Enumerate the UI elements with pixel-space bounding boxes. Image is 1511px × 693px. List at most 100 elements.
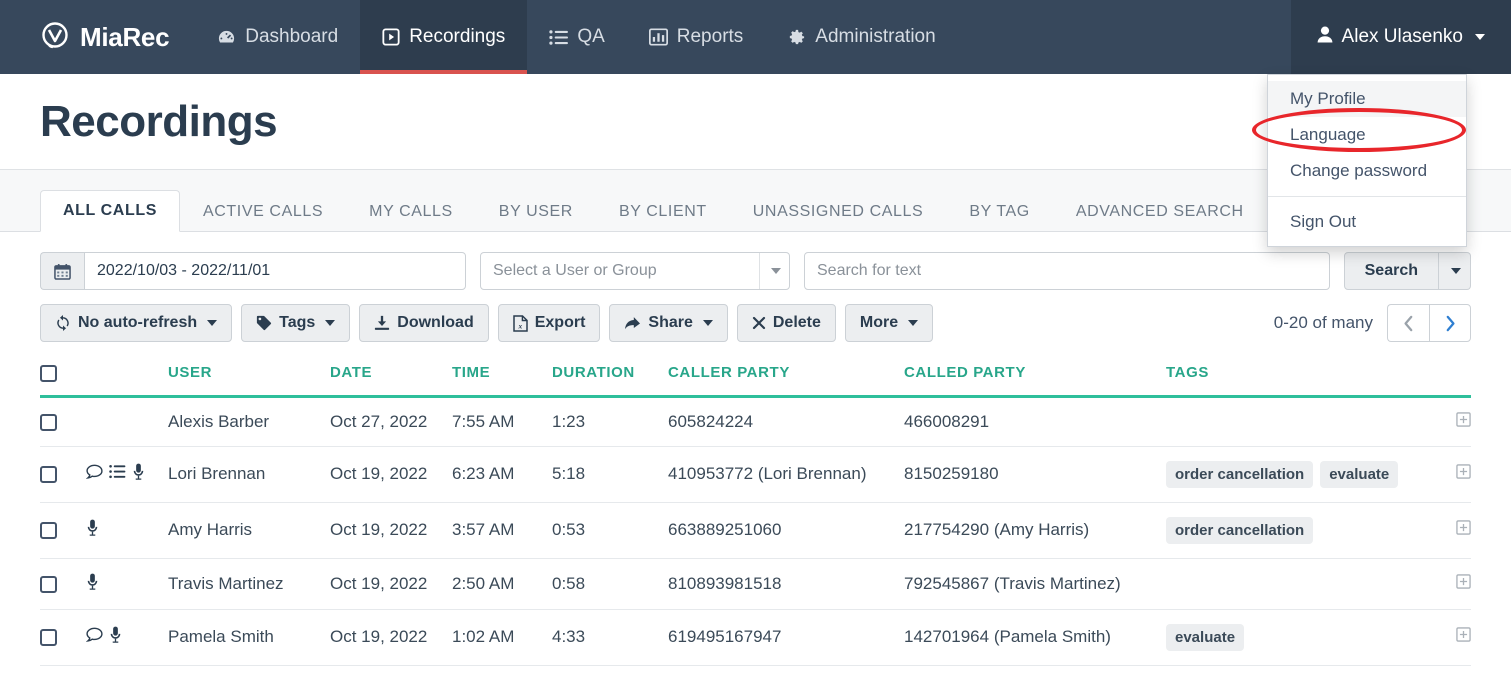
- tab-by-user[interactable]: BY USER: [476, 191, 596, 232]
- tab-unassigned-calls[interactable]: UNASSIGNED CALLS: [730, 191, 947, 232]
- search-input[interactable]: [804, 252, 1330, 290]
- nav-item-recordings[interactable]: Recordings: [360, 0, 528, 74]
- date-range-input[interactable]: [84, 252, 466, 290]
- cell-time: 2:50 AM: [452, 558, 552, 610]
- microphone-icon[interactable]: [109, 626, 122, 648]
- expand-plus-icon[interactable]: [1456, 573, 1471, 594]
- row-checkbox[interactable]: [40, 413, 57, 431]
- chevron-down-icon[interactable]: [759, 253, 789, 289]
- tab-all-calls[interactable]: ALL CALLS: [40, 190, 180, 232]
- comment-icon[interactable]: [85, 464, 103, 484]
- list-icon[interactable]: [109, 464, 126, 484]
- table-row[interactable]: Amy Harris Oct 19, 2022 3:57 AM 0:53 6638892…: [40, 502, 1471, 559]
- nav-item-qa[interactable]: QA: [527, 0, 626, 74]
- chevron-down-icon: [908, 320, 919, 326]
- tag-badge[interactable]: order cancellation: [1166, 460, 1314, 488]
- nav-label: QA: [577, 26, 605, 47]
- export-button[interactable]: x Export: [497, 304, 601, 342]
- row-checkbox[interactable]: [40, 522, 57, 540]
- search-options-caret-button[interactable]: [1439, 252, 1471, 290]
- cell-duration: 4:33: [552, 609, 668, 666]
- tab-active-calls[interactable]: ACTIVE CALLS: [180, 191, 346, 232]
- row-select-cell: [40, 396, 86, 447]
- pagination-buttons: [1387, 304, 1471, 342]
- row-select-cell: [40, 609, 86, 666]
- icons-header: [86, 364, 168, 398]
- share-button[interactable]: Share: [609, 304, 728, 342]
- cell-called-party: 217754290 (Amy Harris): [904, 502, 1166, 559]
- tag-badge[interactable]: evaluate: [1320, 460, 1399, 488]
- calendar-icon[interactable]: [40, 252, 84, 290]
- nav-item-dashboard[interactable]: Dashboard: [195, 0, 360, 74]
- nav-item-reports[interactable]: Reports: [627, 0, 766, 74]
- select-all-checkbox[interactable]: [40, 364, 57, 382]
- tag-badge[interactable]: order cancellation: [1166, 516, 1314, 544]
- row-icons-cell: [86, 396, 168, 447]
- nav-label: Dashboard: [245, 26, 339, 47]
- table-row[interactable]: Alexis Barber Oct 27, 2022 7:55 AM 1:23 6058…: [40, 396, 1471, 447]
- column-header-time[interactable]: TIME: [452, 364, 552, 398]
- row-checkbox[interactable]: [40, 466, 57, 484]
- menu-item-change-password[interactable]: Change password: [1268, 153, 1466, 189]
- nav-label: Recordings: [409, 26, 506, 47]
- microphone-icon[interactable]: [86, 519, 99, 541]
- cell-time: 3:57 AM: [452, 502, 552, 559]
- microphone-icon[interactable]: [132, 463, 145, 485]
- expand-plus-icon[interactable]: [1456, 627, 1471, 647]
- auto-refresh-button[interactable]: No auto-refresh: [40, 304, 233, 342]
- column-header-called-party[interactable]: CALLED PARTY: [904, 364, 1166, 398]
- expand-plus-icon[interactable]: [1456, 411, 1471, 432]
- brand-logo[interactable]: MiaRec: [0, 0, 195, 74]
- cell-caller-party: 810893981518: [668, 558, 904, 610]
- row-checkbox[interactable]: [40, 629, 57, 647]
- column-header-expand: [1431, 364, 1471, 398]
- column-header-tags[interactable]: TAGS: [1166, 364, 1431, 398]
- table-header-row: USER DATE TIME DURATION CALLER PARTY CAL…: [40, 364, 1471, 398]
- page-title: Recordings: [40, 96, 278, 146]
- chevron-left-icon[interactable]: [1387, 304, 1429, 342]
- expand-plus-icon[interactable]: [1456, 464, 1471, 484]
- table-row[interactable]: Travis Martinez Oct 19, 2022 2:50 AM 0:58 81…: [40, 558, 1471, 610]
- chevron-right-icon[interactable]: [1429, 304, 1471, 342]
- comment-icon[interactable]: [85, 627, 103, 647]
- cell-user: Amy Harris: [168, 502, 330, 559]
- cell-expand: [1431, 446, 1471, 503]
- row-checkbox[interactable]: [40, 575, 57, 593]
- nav-label: Reports: [676, 26, 744, 47]
- date-range-picker[interactable]: [40, 252, 466, 290]
- tag-badge[interactable]: evaluate: [1166, 623, 1245, 651]
- table-row[interactable]: Lori Brennan Oct 19, 2022 6:23 AM 5:18 41095…: [40, 446, 1471, 503]
- cell-user: Travis Martinez: [168, 558, 330, 610]
- cell-date: Oct 27, 2022: [330, 396, 452, 447]
- row-icons-cell: [86, 502, 168, 559]
- tab-by-client[interactable]: BY CLIENT: [596, 191, 730, 232]
- menu-item-sign-out[interactable]: Sign Out: [1268, 204, 1466, 240]
- nav-label: Administration: [815, 26, 936, 47]
- column-header-date[interactable]: DATE: [330, 364, 452, 398]
- tab-by-tag[interactable]: BY TAG: [946, 191, 1053, 232]
- column-header-user[interactable]: USER: [168, 364, 330, 398]
- table-row[interactable]: Pamela Smith Oct 19, 2022 1:02 AM 4:33 61949…: [40, 609, 1471, 666]
- column-header-caller-party[interactable]: CALLER PARTY: [668, 364, 904, 398]
- search-button[interactable]: Search: [1343, 252, 1439, 290]
- microphone-icon[interactable]: [86, 573, 99, 595]
- menu-item-my-profile[interactable]: My Profile: [1268, 81, 1466, 117]
- tab-advanced-search[interactable]: ADVANCED SEARCH: [1053, 191, 1267, 232]
- more-button[interactable]: More: [844, 304, 934, 342]
- expand-plus-icon[interactable]: [1456, 520, 1471, 540]
- row-select-cell: [40, 446, 86, 503]
- file-excel-icon: x: [512, 314, 528, 332]
- tags-button[interactable]: Tags: [241, 304, 351, 342]
- user-group-select[interactable]: Select a User or Group: [480, 252, 790, 290]
- nav-item-administration[interactable]: Administration: [765, 0, 957, 74]
- user-menu-button[interactable]: Alex Ulasenko: [1290, 0, 1511, 74]
- menu-item-language[interactable]: Language: [1268, 117, 1466, 153]
- cell-caller-party: 410953772 (Lori Brennan): [668, 446, 904, 503]
- tag-icon: [256, 315, 272, 331]
- column-header-duration[interactable]: DURATION: [552, 364, 668, 398]
- cell-duration: 1:23: [552, 396, 668, 447]
- delete-button[interactable]: Delete: [736, 304, 836, 342]
- download-button[interactable]: Download: [359, 304, 489, 342]
- cell-caller-party: 619495167947: [668, 609, 904, 666]
- tab-my-calls[interactable]: MY CALLS: [346, 191, 476, 232]
